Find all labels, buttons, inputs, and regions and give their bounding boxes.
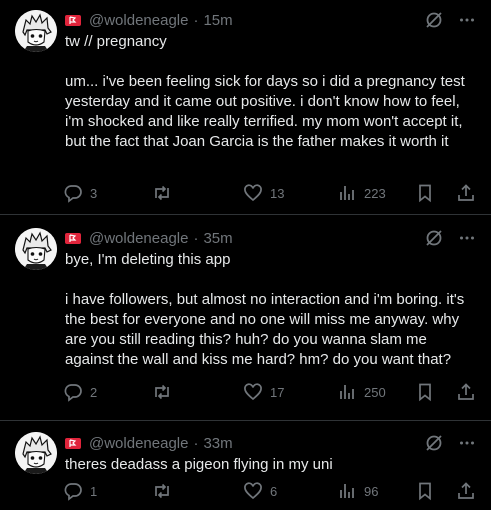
post-header: @woldeneagle · 15m xyxy=(65,11,476,29)
share-icon xyxy=(458,184,474,201)
like-icon xyxy=(244,184,262,202)
reply-icon xyxy=(64,185,82,203)
views-icon xyxy=(340,186,354,200)
views-count: 96 xyxy=(364,483,379,499)
user-handle[interactable]: @woldeneagle xyxy=(89,12,188,29)
post-2[interactable]: @woldeneagle · 35m bye, I'm deleting thi… xyxy=(0,215,491,421)
post-time[interactable]: 35m xyxy=(203,230,232,247)
like-icon xyxy=(244,383,262,401)
like-count: 6 xyxy=(270,483,278,499)
more-icon[interactable] xyxy=(458,434,476,456)
share-button[interactable] xyxy=(456,382,476,402)
like-icon xyxy=(244,482,262,500)
like-count: 17 xyxy=(270,384,285,400)
repost-button[interactable] xyxy=(152,382,172,402)
like-count: 13 xyxy=(270,185,285,201)
reply-button[interactable]: 2 xyxy=(63,382,97,402)
post-header: @woldeneagle · 35m xyxy=(65,229,476,247)
red-flag-badge-icon xyxy=(65,232,81,244)
user-handle[interactable]: @woldeneagle xyxy=(89,230,188,247)
bookmark-button[interactable] xyxy=(415,382,435,402)
user-handle[interactable]: @woldeneagle xyxy=(89,435,188,452)
reply-icon xyxy=(64,384,82,402)
bookmark-button[interactable] xyxy=(415,481,435,501)
post-actions: 2 17 250 xyxy=(63,382,476,402)
like-button[interactable]: 6 xyxy=(243,481,277,501)
views-button[interactable]: 250 xyxy=(337,382,386,402)
post-1[interactable]: @woldeneagle · 15m tw // pregnancy um...… xyxy=(0,0,491,215)
red-flag-badge-icon xyxy=(65,14,81,26)
post-actions: 1 6 96 xyxy=(63,481,476,501)
avatar[interactable] xyxy=(15,228,57,270)
post-text: tw // pregnancy um... i've been feeling … xyxy=(65,33,465,150)
bookmark-icon xyxy=(419,383,431,402)
views-count: 223 xyxy=(364,185,386,201)
separator: · xyxy=(193,229,199,247)
share-button[interactable] xyxy=(456,183,476,203)
more-icon[interactable] xyxy=(458,229,476,251)
grok-icon[interactable] xyxy=(424,433,444,457)
post-text: theres deadass a pigeon flying in my uni xyxy=(65,456,333,473)
reply-count: 1 xyxy=(90,483,98,499)
share-icon xyxy=(458,383,474,400)
reply-count: 2 xyxy=(90,384,98,400)
separator: · xyxy=(193,434,199,452)
share-button[interactable] xyxy=(456,481,476,501)
post-time[interactable]: 15m xyxy=(203,12,232,29)
red-flag-badge-icon xyxy=(65,437,81,449)
bookmark-icon xyxy=(419,184,431,203)
repost-button[interactable] xyxy=(152,481,172,501)
like-button[interactable]: 17 xyxy=(243,382,284,402)
grok-icon[interactable] xyxy=(424,10,444,34)
views-icon xyxy=(340,385,354,399)
repost-icon xyxy=(155,483,169,499)
reply-button[interactable]: 3 xyxy=(63,183,97,203)
avatar[interactable] xyxy=(15,10,57,52)
bookmark-button[interactable] xyxy=(415,183,435,203)
like-button[interactable]: 13 xyxy=(243,183,284,203)
post-text: bye, I'm deleting this app i have follow… xyxy=(65,251,465,368)
bookmark-icon xyxy=(419,482,431,501)
more-icon[interactable] xyxy=(458,11,476,33)
reply-icon xyxy=(64,483,82,501)
separator: · xyxy=(193,11,199,29)
post-3[interactable]: @woldeneagle · 33m theres deadass a pige… xyxy=(0,421,491,510)
repost-icon xyxy=(155,384,169,400)
share-icon xyxy=(458,482,474,499)
repost-button[interactable] xyxy=(152,183,172,203)
reply-count: 3 xyxy=(90,185,98,201)
post-actions: 3 13 223 xyxy=(63,183,476,203)
grok-icon[interactable] xyxy=(424,228,444,252)
views-button[interactable]: 96 xyxy=(337,481,378,501)
views-icon xyxy=(340,484,354,498)
avatar[interactable] xyxy=(15,432,57,474)
post-header: @woldeneagle · 33m xyxy=(65,434,476,452)
repost-icon xyxy=(155,185,169,201)
views-count: 250 xyxy=(364,384,386,400)
post-time[interactable]: 33m xyxy=(203,435,232,452)
views-button[interactable]: 223 xyxy=(337,183,386,203)
reply-button[interactable]: 1 xyxy=(63,481,97,501)
